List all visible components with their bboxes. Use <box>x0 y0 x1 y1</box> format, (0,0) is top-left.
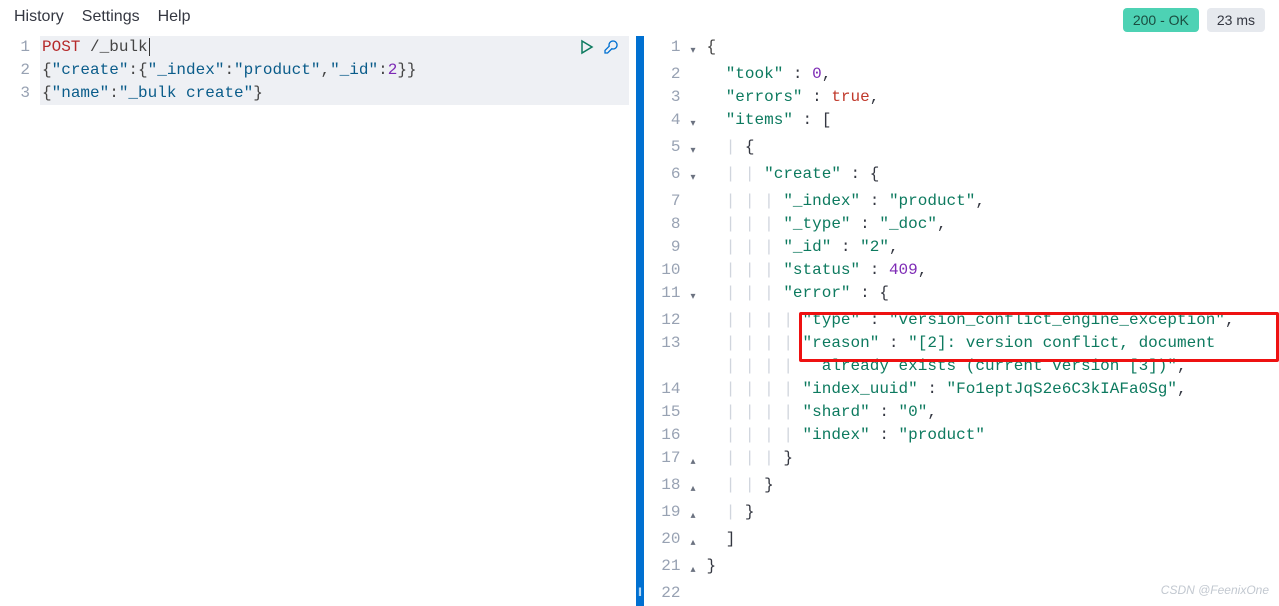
pane-splitter[interactable] <box>629 36 651 599</box>
code-line[interactable]: {"create":{"_index":"product","_id":2}} <box>40 59 629 82</box>
line-number: 2 <box>651 63 691 86</box>
line-number: 7 <box>651 190 691 213</box>
menu-help[interactable]: Help <box>158 8 191 26</box>
resp-line: | | | | already exists (current version … <box>705 355 1279 378</box>
line-number: 18 <box>651 474 691 501</box>
resp-line: | { <box>705 136 1279 163</box>
splitter-handle-icon[interactable] <box>636 576 644 606</box>
line-number: 6 <box>651 163 691 190</box>
resp-line: | | | "_index" : "product", <box>705 190 1279 213</box>
line-number: 1 <box>0 36 40 59</box>
resp-line: "took" : 0, <box>705 63 1279 86</box>
resp-line: "items" : [ <box>705 109 1279 136</box>
line-number: 16 <box>651 424 691 447</box>
line-number: 5 <box>651 136 691 163</box>
line-number: 12 <box>651 309 691 332</box>
line-number: 2 <box>0 59 40 82</box>
line-number: 17 <box>651 447 691 474</box>
wrench-icon[interactable] <box>603 39 619 63</box>
menu-settings[interactable]: Settings <box>82 8 140 26</box>
line-number: 8 <box>651 213 691 236</box>
line-number: 3 <box>651 86 691 109</box>
resp-line: | | | | "type" : "version_conflict_engin… <box>705 309 1279 332</box>
resp-line: | | | | "shard" : "0", <box>705 401 1279 424</box>
line-number: 1 <box>651 36 691 63</box>
line-number: 14 <box>651 378 691 401</box>
line-number <box>651 355 691 378</box>
line-number: 22 <box>651 582 691 599</box>
line-number: 13 <box>651 332 691 355</box>
resp-line: | | | } <box>705 447 1279 474</box>
line-number: 15 <box>651 401 691 424</box>
resp-line: | | | | "index" : "product" <box>705 424 1279 447</box>
code-line[interactable]: POST /_bulk <box>40 36 629 59</box>
status-badge: 200 - OK <box>1123 8 1199 32</box>
run-icon[interactable] <box>579 39 595 63</box>
menu-history[interactable]: History <box>14 8 64 26</box>
resp-line: | | | "status" : 409, <box>705 259 1279 282</box>
resp-line: } <box>705 555 1279 582</box>
resp-line: | | } <box>705 474 1279 501</box>
status-area: 200 - OK 23 ms <box>1123 8 1265 32</box>
menu-bar: History Settings Help <box>0 0 1279 36</box>
code-line[interactable]: {"name":"_bulk create"} <box>40 82 629 105</box>
watermark: CSDN @FeenixOne <box>1161 583 1269 597</box>
request-editor[interactable]: 1POST /_bulk 2{"create":{"_index":"produ… <box>0 36 629 599</box>
line-number: 19 <box>651 501 691 528</box>
line-number: 9 <box>651 236 691 259</box>
line-number: 11 <box>651 282 691 309</box>
resp-line: | | | | "index_uuid" : "Fo1eptJqS2e6C3kI… <box>705 378 1279 401</box>
resp-line: ] <box>705 528 1279 555</box>
resp-line: | } <box>705 501 1279 528</box>
line-number: 4 <box>651 109 691 136</box>
line-number: 3 <box>0 82 40 105</box>
resp-line: "errors" : true, <box>705 86 1279 109</box>
timing-badge: 23 ms <box>1207 8 1265 32</box>
resp-line: | | "create" : { <box>705 163 1279 190</box>
resp-line: | | | "_id" : "2", <box>705 236 1279 259</box>
resp-line: { <box>705 36 1279 63</box>
resp-line: | | | | "reason" : "[2]: version conflic… <box>705 332 1279 355</box>
resp-line: | | | "error" : { <box>705 282 1279 309</box>
line-number: 21 <box>651 555 691 582</box>
response-viewer[interactable]: 1▾{ 2 "took" : 0, 3 "errors" : true, 4▾ … <box>651 36 1279 599</box>
line-number: 20 <box>651 528 691 555</box>
resp-line: | | | "_type" : "_doc", <box>705 213 1279 236</box>
line-number: 10 <box>651 259 691 282</box>
